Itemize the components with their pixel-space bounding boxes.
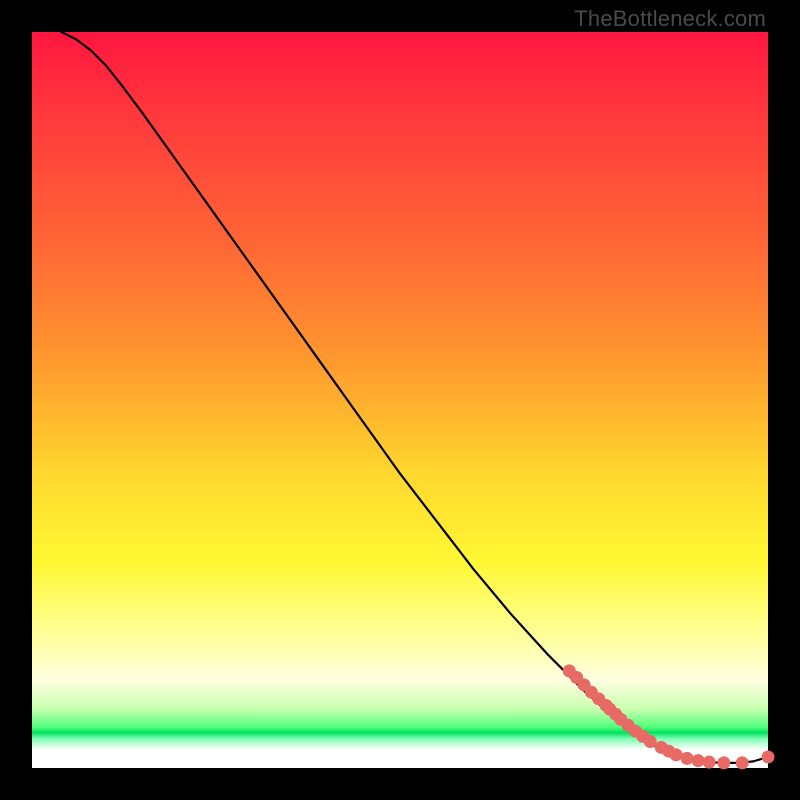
data-point-dot <box>762 750 775 763</box>
chart-frame: TheBottleneck.com <box>0 0 800 800</box>
data-point-dot <box>703 756 716 769</box>
data-point-dot <box>692 754 705 767</box>
chart-svg <box>32 32 768 768</box>
data-point-dot <box>644 735 657 748</box>
data-point-dot <box>681 752 694 765</box>
data-point-dot <box>670 748 683 761</box>
watermark-text: TheBottleneck.com <box>574 6 766 32</box>
data-point-dot <box>736 756 749 769</box>
bottleneck-curve-path <box>61 32 768 763</box>
plot-area <box>32 32 768 768</box>
data-point-dot <box>717 756 730 769</box>
